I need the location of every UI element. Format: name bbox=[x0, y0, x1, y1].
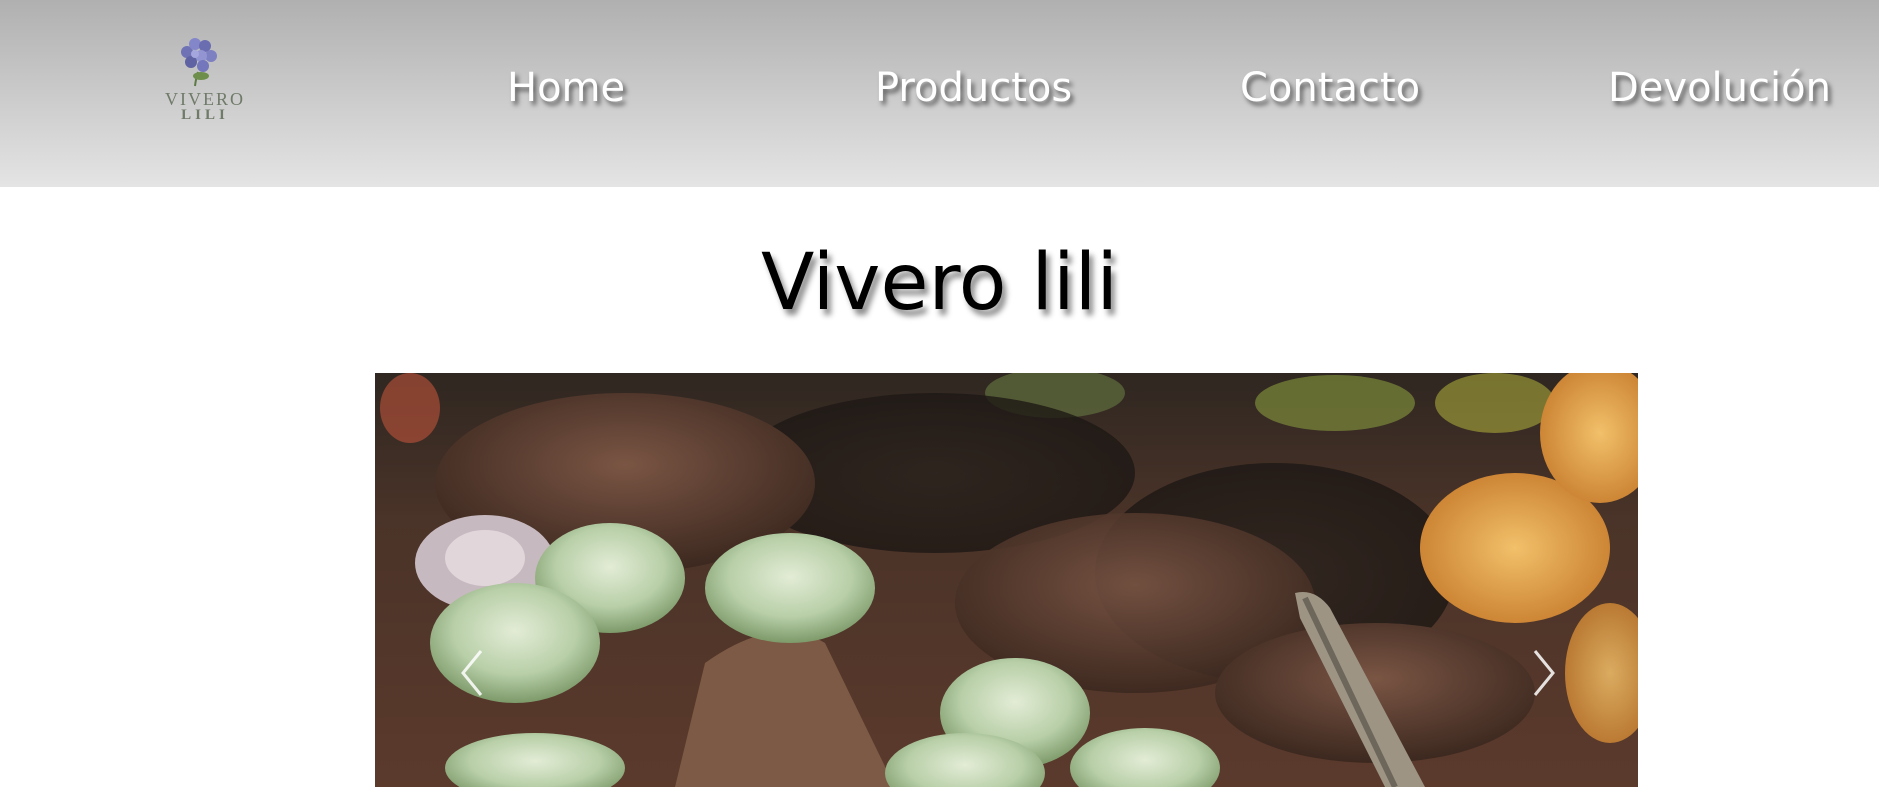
logo-subtext: LILI bbox=[181, 107, 229, 123]
carousel-next-button[interactable] bbox=[1525, 643, 1561, 703]
succulents-garden-photo bbox=[375, 373, 1638, 787]
nav-productos-link[interactable]: Productos bbox=[875, 62, 1072, 114]
logo-link[interactable]: VIVERO LILI bbox=[165, 34, 245, 126]
nav-home-link[interactable]: Home bbox=[507, 62, 625, 114]
image-carousel[interactable] bbox=[375, 373, 1638, 787]
nav-contacto-link[interactable]: Contacto bbox=[1240, 62, 1420, 114]
hydrangea-flower-icon bbox=[181, 38, 217, 87]
nav-devolucion-link[interactable]: Devolución bbox=[1608, 62, 1831, 114]
chevron-right-icon bbox=[1533, 650, 1555, 696]
carousel-prev-button[interactable] bbox=[455, 643, 491, 703]
navbar: VIVERO LILI Home Productos Contacto Devo… bbox=[0, 0, 1879, 187]
page-title: Vivero lili bbox=[760, 238, 1119, 328]
chevron-left-icon bbox=[461, 650, 483, 696]
